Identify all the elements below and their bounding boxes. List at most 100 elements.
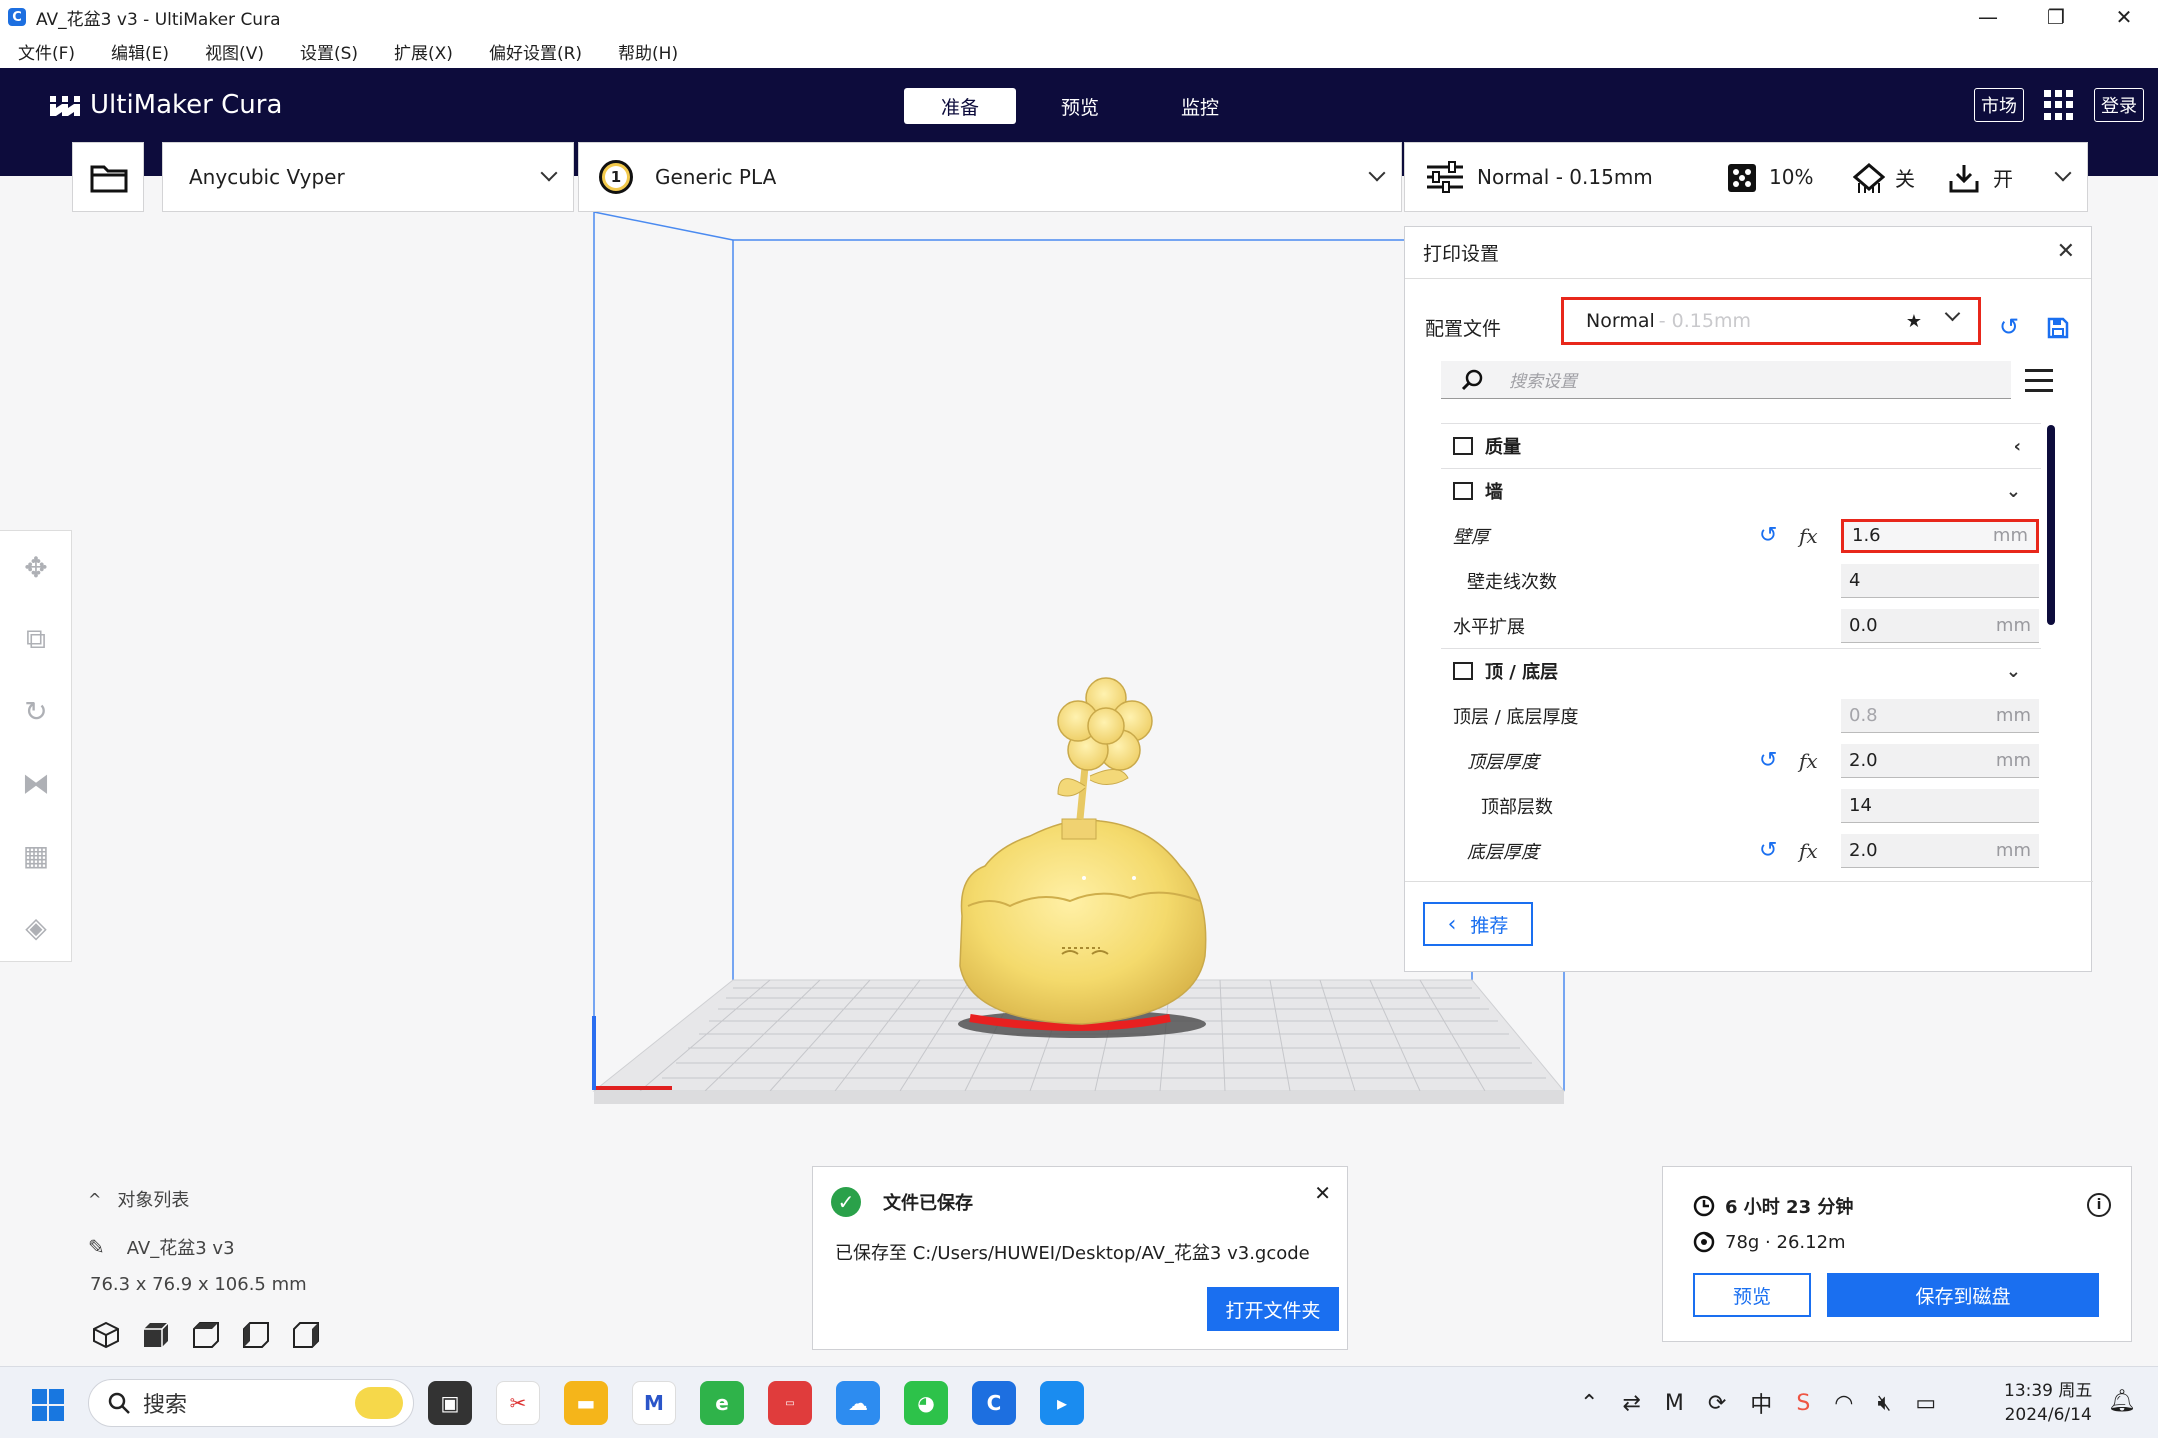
settings-category[interactable]: 质量 ‹ bbox=[1441, 423, 2041, 468]
clock-time: 13:39 周五 bbox=[2004, 1381, 2093, 1401]
setting-row[interactable]: 壁走线次数 4 bbox=[1441, 558, 2041, 603]
wifi-icon[interactable]: ◠ bbox=[1834, 1391, 1853, 1416]
browser-app-icon[interactable]: e bbox=[700, 1381, 744, 1425]
object-list-header[interactable]: ^ 对象列表 bbox=[88, 1186, 320, 1212]
object-name-row[interactable]: ✎ AV_花盆3 v3 bbox=[88, 1234, 320, 1260]
per-model-settings-icon[interactable]: ▦ bbox=[0, 819, 72, 891]
setting-value: 0.8 bbox=[1849, 704, 1878, 726]
taskbar-search-input[interactable]: 搜索 bbox=[88, 1379, 414, 1427]
sogou-tray-icon[interactable]: S bbox=[1796, 1391, 1810, 1416]
function-icon[interactable]: fx bbox=[1799, 524, 1818, 548]
huawei-app-icon[interactable]: ▭ bbox=[768, 1381, 812, 1425]
menu-help[interactable]: 帮助(H) bbox=[618, 39, 678, 64]
profile-dropdown[interactable]: Normal - 0.15mm ★ bbox=[1561, 297, 1981, 345]
setting-row[interactable]: 水平扩展 0.0 mm bbox=[1441, 603, 2041, 648]
menu-settings[interactable]: 设置(S) bbox=[300, 39, 358, 64]
save-to-disk-button[interactable]: 保存到磁盘 bbox=[1827, 1273, 2099, 1317]
setting-value-field[interactable]: 14 bbox=[1841, 788, 2039, 823]
3d-model-flower-pot[interactable] bbox=[958, 677, 1207, 1038]
settings-scrollbar[interactable] bbox=[2047, 425, 2055, 625]
menu-preferences[interactable]: 偏好设置(R) bbox=[489, 39, 582, 64]
menu-edit[interactable]: 编辑(E) bbox=[111, 39, 169, 64]
save-profile-icon[interactable] bbox=[2047, 317, 2069, 339]
login-button[interactable]: 登录 bbox=[2094, 88, 2144, 122]
info-icon[interactable]: i bbox=[2087, 1193, 2111, 1217]
marketplace-button[interactable]: 市场 bbox=[1974, 88, 2024, 122]
feishu-app-icon[interactable]: ▸ bbox=[1040, 1381, 1084, 1425]
settings-menu-icon[interactable] bbox=[2025, 369, 2053, 399]
apps-grid-icon[interactable] bbox=[2044, 90, 2074, 120]
volume-muted-icon[interactable]: 🔇︎ bbox=[1877, 1391, 1891, 1416]
menu-bar: 文件(F) 编辑(E) 视图(V) 设置(S) 扩展(X) 偏好设置(R) 帮助… bbox=[0, 34, 2158, 68]
wechat-app-icon[interactable]: ◕ bbox=[904, 1381, 948, 1425]
printer-selector[interactable]: Anycubic Vyper bbox=[162, 142, 574, 212]
rotate-tool-icon[interactable]: ↻ bbox=[0, 675, 72, 747]
cura-taskbar-icon[interactable]: C bbox=[972, 1381, 1016, 1425]
taskview-app-icon[interactable]: ▣ bbox=[428, 1381, 472, 1425]
maximize-button[interactable]: ❐ bbox=[2022, 0, 2090, 34]
settings-tray-icon[interactable]: ⇄ bbox=[1622, 1391, 1640, 1416]
close-window-button[interactable]: ✕ bbox=[2090, 0, 2158, 34]
setting-row[interactable]: 壁厚 ↺ fx 1.6 mm bbox=[1441, 513, 2041, 558]
file-explorer-icon[interactable]: ▬ bbox=[564, 1381, 608, 1425]
reset-setting-icon[interactable]: ↺ bbox=[1759, 838, 1777, 863]
setting-row[interactable]: 底层厚度 ↺ fx 2.0 mm bbox=[1441, 828, 2041, 873]
recommended-button[interactable]: ‹ 推荐 bbox=[1423, 902, 1533, 946]
mirror-tool-icon[interactable]: ⧓ bbox=[0, 747, 72, 819]
move-tool-icon[interactable]: ✥ bbox=[0, 531, 72, 603]
reset-profile-icon[interactable]: ↺ bbox=[1999, 313, 2019, 341]
view-left-icon[interactable] bbox=[242, 1321, 270, 1349]
windows-start-icon[interactable] bbox=[32, 1389, 64, 1421]
setting-value-field[interactable]: 2.0 mm bbox=[1841, 743, 2039, 778]
setting-value-field[interactable]: 0.0 mm bbox=[1841, 608, 2039, 643]
view-3d-icon[interactable] bbox=[92, 1321, 120, 1349]
reset-setting-icon[interactable]: ↺ bbox=[1759, 748, 1777, 773]
notification-bell-icon[interactable]: 🔔︎ bbox=[2108, 1389, 2136, 1414]
settings-category[interactable]: 顶 / 底层 ⌄ bbox=[1441, 648, 2041, 693]
support-blocker-icon[interactable]: ◈ bbox=[0, 891, 72, 963]
tab-monitor[interactable]: 监控 bbox=[1144, 88, 1256, 124]
function-icon[interactable]: fx bbox=[1799, 839, 1818, 863]
panel-title: 打印设置 bbox=[1423, 243, 1500, 265]
preview-button[interactable]: 预览 bbox=[1693, 1273, 1811, 1317]
view-right-icon[interactable] bbox=[292, 1321, 320, 1349]
tab-preview[interactable]: 预览 bbox=[1024, 88, 1136, 124]
menu-file[interactable]: 文件(F) bbox=[18, 39, 75, 64]
menu-view[interactable]: 视图(V) bbox=[205, 39, 264, 64]
cloud-app-icon[interactable]: ☁ bbox=[836, 1381, 880, 1425]
star-icon[interactable]: ★ bbox=[1906, 311, 1922, 332]
reset-setting-icon[interactable]: ↺ bbox=[1759, 523, 1777, 548]
chevron-up-icon[interactable]: ⌃ bbox=[1580, 1391, 1598, 1416]
im-tray-icon[interactable]: M bbox=[1665, 1391, 1684, 1416]
ime-indicator[interactable]: 中 bbox=[1750, 1387, 1772, 1419]
setting-value-field[interactable]: 4 bbox=[1841, 563, 2039, 598]
setting-row[interactable]: 顶部层数 14 bbox=[1441, 783, 2041, 828]
setting-row[interactable]: 顶层 / 底层厚度 0.8 mm bbox=[1441, 693, 2041, 738]
setting-value-field[interactable]: 1.6 mm bbox=[1841, 518, 2039, 553]
taskbar-clock[interactable]: 13:39 周五 2024/6/14 bbox=[2004, 1379, 2092, 1427]
sync-tray-icon[interactable]: ⟳ bbox=[1708, 1391, 1726, 1416]
scale-tool-icon[interactable]: ⧉ bbox=[0, 603, 72, 675]
function-icon[interactable]: fx bbox=[1799, 749, 1818, 773]
settings-category[interactable]: 墙 ⌄ bbox=[1441, 468, 2041, 513]
menu-extensions[interactable]: 扩展(X) bbox=[394, 39, 453, 64]
tab-prepare[interactable]: 准备 bbox=[904, 88, 1016, 124]
close-icon[interactable]: ✕ bbox=[2057, 239, 2075, 264]
view-top-icon[interactable] bbox=[192, 1321, 220, 1349]
open-file-button[interactable] bbox=[72, 142, 144, 212]
material-selector[interactable]: 1 Generic PLA bbox=[578, 142, 1402, 212]
battery-icon[interactable]: ▭ bbox=[1915, 1391, 1936, 1416]
close-icon[interactable]: ✕ bbox=[1314, 1181, 1331, 1205]
adhesion-icon bbox=[1949, 165, 1979, 193]
setting-value-field[interactable]: 2.0 mm bbox=[1841, 833, 2039, 868]
open-folder-button[interactable]: 打开文件夹 bbox=[1207, 1287, 1339, 1331]
snipping-tool-icon[interactable]: ✂ bbox=[496, 1381, 540, 1425]
setting-row[interactable]: 顶层厚度 ↺ fx 2.0 mm bbox=[1441, 738, 2041, 783]
minimize-button[interactable]: — bbox=[1954, 0, 2022, 34]
extruder-number: 1 bbox=[605, 166, 627, 188]
im-app-icon[interactable]: M bbox=[632, 1381, 676, 1425]
setting-unit: mm bbox=[1995, 839, 2031, 861]
print-settings-summary[interactable]: Normal - 0.15mm 10% 关 开 bbox=[1404, 142, 2088, 212]
settings-search-input[interactable]: 搜索设置 bbox=[1441, 361, 2011, 399]
view-front-icon[interactable] bbox=[142, 1321, 170, 1349]
